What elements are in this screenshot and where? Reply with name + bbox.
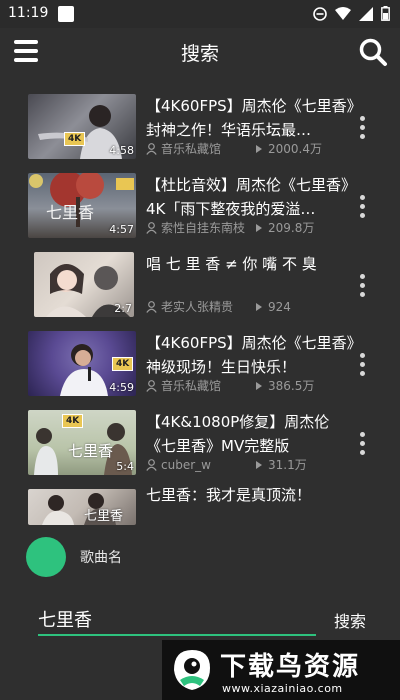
site-watermark: 下载鸟资源 www.xiazainiao.com: [162, 640, 400, 700]
thumbnail-caption: 七里香: [46, 203, 95, 222]
watermark-text: 下载鸟资源: [220, 652, 361, 682]
signal-icon: [359, 6, 373, 21]
video-title[interactable]: 【4K60FPS】周杰伦《七里香》神级现场！生日快乐！: [146, 331, 356, 379]
search-input[interactable]: [38, 604, 314, 634]
notification-icon: [58, 6, 74, 22]
badge-4k: 4K: [64, 132, 86, 146]
video-duration: 5:4: [116, 460, 134, 473]
now-playing-bar[interactable]: 歌曲名: [26, 537, 122, 577]
watermark-url: www.xiazainiao.com: [222, 682, 343, 695]
video-title[interactable]: 七里香：我才是真顶流！: [146, 483, 356, 507]
video-title[interactable]: 【杜比音效】周杰伦《七里香》4K「雨下整夜我的爱溢…: [146, 173, 356, 221]
status-time: 11:19: [8, 5, 49, 21]
video-thumbnail[interactable]: 2:7: [34, 252, 134, 317]
badge-4k: 4K: [112, 357, 134, 371]
video-thumbnail[interactable]: 4K 4:59: [28, 331, 136, 396]
view-count: 386.5万: [268, 379, 315, 393]
video-duration: 4:57: [109, 223, 134, 236]
list-item[interactable]: 2:7 唱 七 里 香 ≠ 你 嘴 不 臭 老实人张精贵 924: [0, 244, 400, 322]
video-thumbnail[interactable]: 七里香: [28, 489, 136, 525]
video-meta: 音乐私藏馆 386.5万: [146, 377, 314, 394]
video-meta: 老实人张精贵 924: [146, 298, 291, 315]
thumbnail-caption: 七里香: [68, 442, 114, 460]
search-bar: 搜索: [0, 598, 400, 644]
view-count: 209.8万: [268, 221, 315, 235]
more-options-icon[interactable]: [360, 353, 366, 376]
video-meta: 音乐私藏馆 2000.4万: [146, 140, 322, 157]
list-item[interactable]: 4K 七里香 5:4 【4K&1080P修复】周杰伦《七里香》MV完整版 cub…: [0, 402, 400, 480]
user-icon: [146, 300, 157, 313]
search-underline: [38, 634, 316, 636]
search-icon[interactable]: [358, 37, 388, 67]
video-title[interactable]: 唱 七 里 香 ≠ 你 嘴 不 臭: [146, 252, 356, 276]
view-count: 2000.4万: [268, 142, 322, 156]
more-options-icon[interactable]: [360, 274, 366, 297]
video-duration: 4:59: [109, 381, 134, 394]
song-name: 歌曲名: [80, 550, 122, 566]
video-meta: cuber_w 31.1万: [146, 456, 307, 473]
wifi-icon: [335, 7, 351, 20]
more-options-icon[interactable]: [360, 195, 366, 218]
user-icon: [146, 458, 157, 471]
play-count-icon: [256, 381, 262, 390]
play-count-icon: [256, 302, 262, 311]
video-thumbnail[interactable]: 4K 七里香 5:4: [28, 410, 136, 475]
play-count-icon: [256, 223, 262, 232]
bird-logo-icon: [174, 650, 210, 690]
author-name: 老实人张精贵: [161, 300, 234, 314]
dnd-icon: [313, 6, 327, 21]
list-item[interactable]: 七里香 4:57 【杜比音效】周杰伦《七里香》4K「雨下整夜我的爱溢… 索性自挂…: [0, 165, 400, 243]
user-icon: [146, 142, 157, 155]
video-thumbnail[interactable]: 4K 4:58: [28, 94, 136, 159]
author-name: cuber_w: [161, 457, 211, 472]
video-thumbnail[interactable]: 七里香 4:57: [28, 173, 136, 238]
more-options-icon[interactable]: [360, 116, 366, 139]
video-duration: 4:58: [109, 144, 134, 157]
list-item[interactable]: 4K 4:59 【4K60FPS】周杰伦《七里香》神级现场！生日快乐！ 音乐私藏…: [0, 323, 400, 401]
list-item[interactable]: 七里香 七里香：我才是真顶流！: [0, 481, 400, 527]
video-title[interactable]: 【4K&1080P修复】周杰伦《七里香》MV完整版: [146, 410, 356, 458]
video-duration: 2:7: [114, 302, 132, 315]
page-title: 搜索: [180, 43, 219, 65]
play-count-icon: [256, 144, 262, 153]
album-art[interactable]: [26, 537, 66, 577]
search-button[interactable]: 搜索: [334, 608, 366, 632]
video-title[interactable]: 【4K60FPS】周杰伦《七里香》封神之作！华语乐坛最…: [146, 94, 356, 142]
author-name: 索性自挂东南枝: [161, 221, 246, 235]
author-name: 音乐私藏馆: [161, 142, 222, 156]
app-header: 搜索: [0, 28, 400, 74]
view-count: 31.1万: [268, 458, 307, 472]
thumbnail-caption: 七里香: [84, 509, 124, 524]
user-icon: [146, 221, 157, 234]
status-icons: [313, 6, 390, 21]
more-options-icon[interactable]: [360, 432, 366, 455]
view-count: 924: [268, 299, 291, 314]
badge-4k: 4K: [62, 414, 84, 428]
list-item[interactable]: 4K 4:58 【4K60FPS】周杰伦《七里香》封神之作！华语乐坛最… 音乐私…: [0, 86, 400, 164]
battery-icon: [381, 6, 390, 21]
author-name: 音乐私藏馆: [161, 379, 222, 393]
video-meta: 索性自挂东南枝 209.8万: [146, 219, 314, 236]
status-bar: 11:19: [0, 0, 400, 28]
play-count-icon: [256, 460, 262, 469]
user-icon: [146, 379, 157, 392]
